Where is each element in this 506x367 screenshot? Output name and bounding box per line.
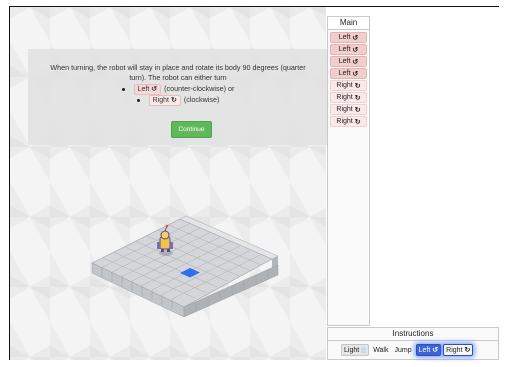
game-board: [91, 215, 279, 318]
right-instruction-button[interactable]: Right ↻: [443, 344, 474, 356]
play-area: When turning, the robot will stay in pla…: [10, 7, 328, 360]
jump-button[interactable]: Jump: [392, 345, 413, 355]
left-chip-label: Left: [137, 85, 150, 93]
lightbulb-icon: [361, 347, 367, 353]
program-item[interactable]: Left ↺: [330, 68, 367, 79]
rotate-cw-icon: ↻: [354, 106, 361, 114]
walk-button[interactable]: Walk: [371, 345, 390, 355]
main-program-panel: Main Left ↺ Left ↺ Left ↺ Left ↺ Right ↻ Righ…: [327, 16, 370, 326]
rotate-cw-icon: ↻: [170, 96, 177, 104]
continue-button[interactable]: Continue: [171, 121, 212, 138]
dialog-text: When turning, the robot will stay in pla…: [50, 63, 306, 82]
light-label: Light: [344, 346, 360, 354]
right-column: Main Left ↺ Left ↺ Left ↺ Left ↺ Right ↻ Righ…: [327, 16, 499, 360]
program-item[interactable]: Left ↺: [330, 44, 367, 55]
option-left: Left ↺ (counter-clockwise) or: [28, 83, 328, 95]
instructions-title: Instructions: [328, 328, 498, 341]
right-instruction-label: Right: [446, 346, 463, 354]
program-item-label: Left: [338, 70, 351, 77]
rotate-cw-icon: ↻: [464, 347, 471, 354]
program-item[interactable]: Right ↻: [330, 104, 367, 115]
program-item[interactable]: Left ↺: [330, 56, 367, 67]
instructions-row: Light Walk Jump Left ↺ Right ↻: [328, 341, 498, 356]
program-item-label: Right: [336, 94, 353, 101]
rotate-cw-icon: ↻: [354, 82, 361, 90]
program-item-label: Left: [338, 58, 351, 65]
left-chip: Left ↺: [133, 83, 162, 95]
program-item[interactable]: Right ↻: [330, 80, 367, 91]
rotate-ccw-icon: ↺: [352, 58, 359, 66]
rotate-ccw-icon: ↺: [352, 46, 359, 54]
right-chip: Right ↻: [148, 94, 181, 106]
option-right-desc: (clockwise): [183, 95, 220, 104]
left-instruction-button[interactable]: Left ↺: [415, 344, 442, 356]
program-item[interactable]: Right ↻: [330, 116, 367, 127]
option-left-desc: (counter-clockwise) or: [164, 84, 235, 93]
rotate-ccw-icon: ↺: [352, 34, 359, 42]
light-button[interactable]: Light: [341, 344, 370, 356]
program-item-label: Right: [336, 118, 353, 125]
rotate-ccw-icon: ↺: [151, 85, 158, 93]
tutorial-dialog: When turning, the robot will stay in pla…: [28, 49, 328, 145]
bullet: [121, 87, 125, 91]
left-instruction-label: Left: [418, 346, 431, 354]
instructions-panel: Instructions Light Walk Jump Left ↺ Righ…: [327, 327, 499, 360]
program-item-label: Left: [338, 34, 351, 41]
program-list: Left ↺ Left ↺ Left ↺ Left ↺ Right ↻ Right ↻ Ri…: [328, 30, 369, 129]
main-panel-title: Main: [328, 17, 369, 30]
program-item[interactable]: Left ↺: [330, 32, 367, 43]
rotate-cw-icon: ↻: [354, 94, 361, 102]
rotate-cw-icon: ↻: [354, 118, 361, 126]
program-item[interactable]: Right ↻: [330, 92, 367, 103]
bullet: [136, 98, 140, 102]
option-right: Right ↻ (clockwise): [28, 94, 328, 106]
program-item-label: Right: [336, 106, 353, 113]
rotate-ccw-icon: ↺: [352, 70, 359, 78]
program-item-label: Left: [338, 46, 351, 53]
rotate-ccw-icon: ↺: [432, 347, 439, 354]
right-chip-label: Right: [152, 96, 169, 104]
program-item-label: Right: [336, 82, 353, 89]
